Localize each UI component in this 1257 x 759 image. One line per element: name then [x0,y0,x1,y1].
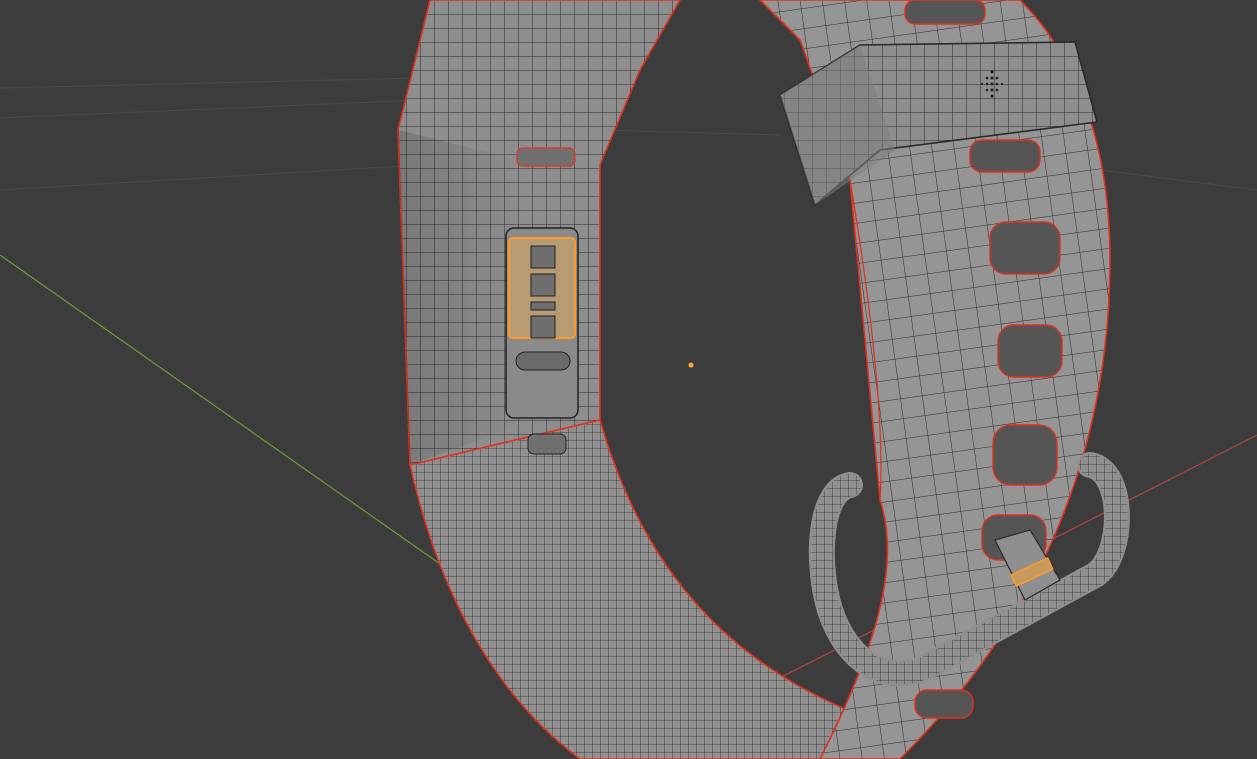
sensor-window-icon [530,315,556,339]
y-axis-line [0,254,471,586]
sensor-slot-icon [530,301,556,311]
sensor-window-icon [530,245,556,269]
object-origin-icon [688,362,694,368]
viewport-canvas[interactable] [0,0,1257,759]
charge-port-icon [515,351,571,371]
sensor-window-icon [530,273,556,297]
3d-viewport[interactable] [0,0,1257,759]
